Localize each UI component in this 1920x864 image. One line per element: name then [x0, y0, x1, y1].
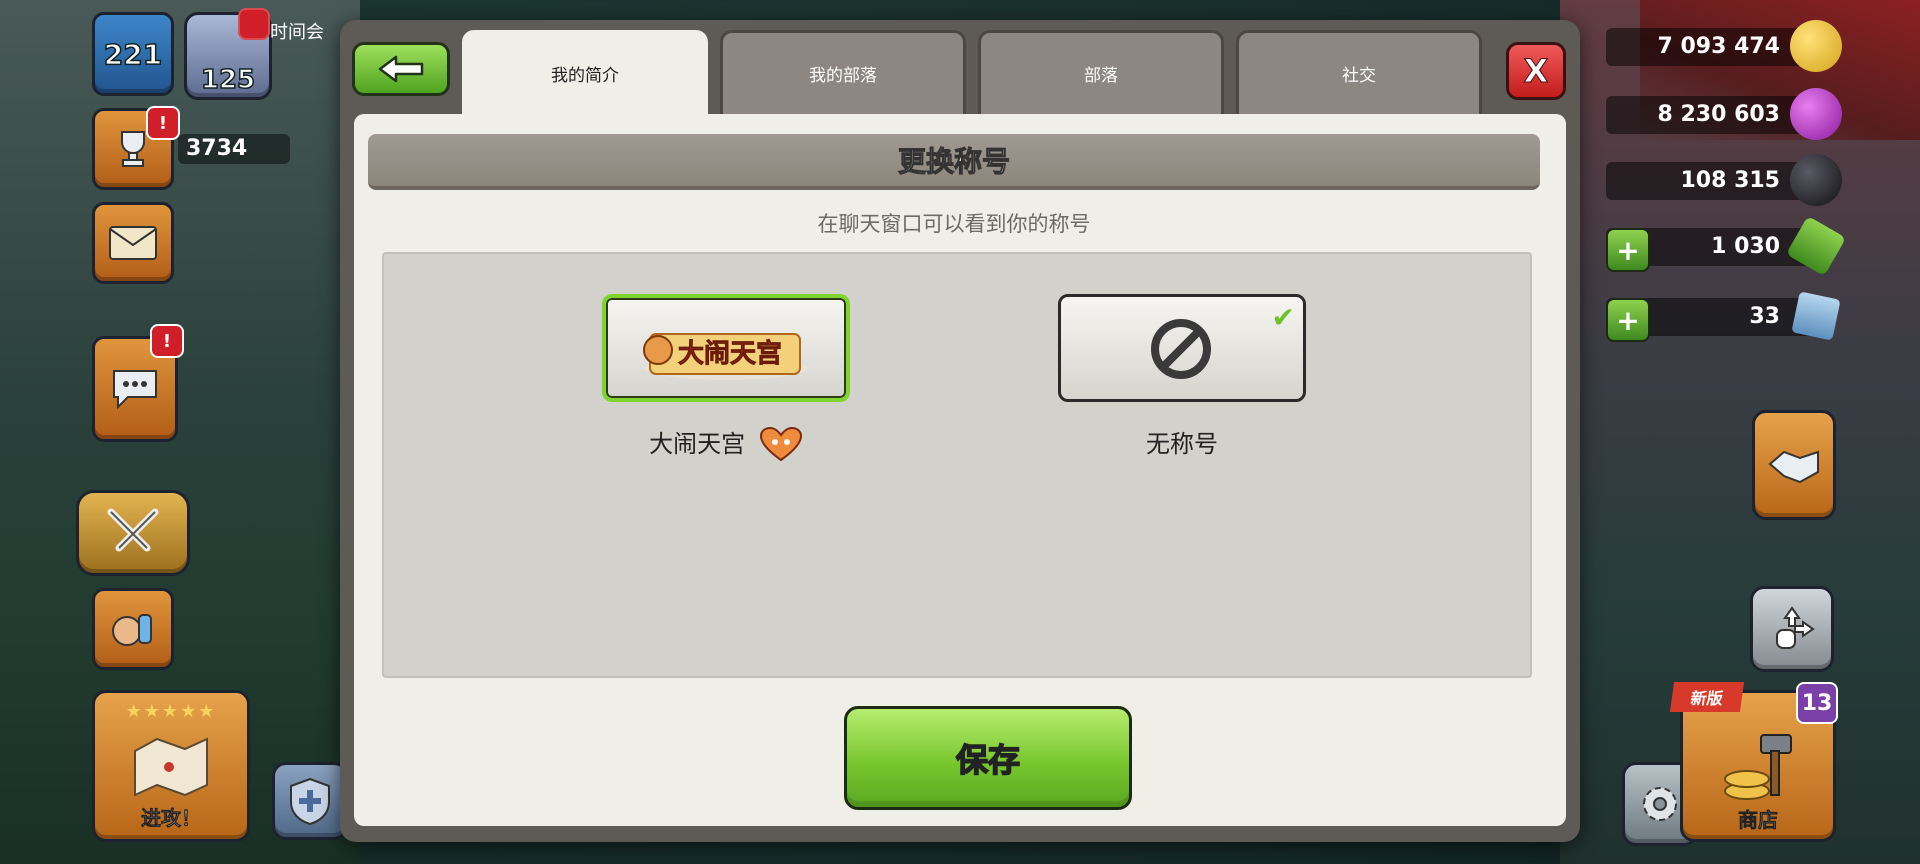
checkmark-icon: ✔	[1271, 301, 1295, 334]
tab-my-clan[interactable]: 我的部落	[720, 30, 966, 114]
attack-stars: ★★★★★	[125, 701, 217, 722]
heart-icon	[759, 426, 802, 462]
tab-my-profile[interactable]: 我的简介	[462, 30, 708, 114]
title-option-danaotiangong[interactable]: 大闹天宫	[602, 294, 850, 402]
elixir-amount: 8 230 603	[1606, 96, 1820, 134]
mail-button[interactable]	[92, 202, 174, 284]
move-hand-icon	[1776, 606, 1815, 649]
mail-icon	[109, 226, 157, 260]
attack-label: 进攻！	[141, 806, 202, 831]
experience-level-value: 221	[103, 37, 163, 72]
title-selection-panel: 大闹天宫 大闹天宫 ✔ 无称号	[382, 252, 1532, 678]
title-option-none-label: 无称号	[1146, 430, 1218, 458]
save-button[interactable]: 保存	[844, 706, 1132, 810]
move-buildings-button[interactable]	[1750, 586, 1834, 672]
experience-level-badge[interactable]: 221	[92, 12, 174, 96]
profile-modal: 我的简介 我的部落 部落 社交 X 更换称号 在聊天窗口可以看到你的称号 大闹天…	[340, 20, 1580, 842]
dark-elixir-amount: 108 315	[1606, 162, 1820, 200]
gear-icon	[1643, 787, 1677, 821]
tab-clans[interactable]: 部落	[978, 30, 1224, 114]
friendly-challenge-button[interactable]	[1752, 410, 1836, 520]
shield-button[interactable]	[272, 762, 348, 840]
tab-social[interactable]: 社交	[1236, 30, 1482, 114]
barbarian-potion-icon	[112, 614, 152, 646]
crossed-swords-icon	[107, 508, 159, 552]
handshake-icon	[1768, 450, 1819, 484]
shop-new-ribbon: 新版	[1669, 682, 1745, 712]
ticket-icon	[1791, 291, 1841, 341]
buy-gems-button[interactable]: +	[1606, 228, 1650, 272]
time-text: 时间会	[270, 22, 324, 43]
page-title: 更换称号	[368, 134, 1540, 190]
elixir-icon	[1790, 88, 1842, 140]
back-arrow-icon	[378, 55, 424, 83]
shop-count-badge: 13	[1796, 682, 1838, 724]
attack-button[interactable]: ★★★★★ 进攻！	[92, 690, 250, 842]
title-label-danaotiangong: 大闹天宫	[649, 430, 746, 458]
chat-notification-badge: !	[150, 324, 184, 358]
chat-bubble-icon	[113, 370, 157, 410]
dark-elixir-icon	[1790, 154, 1842, 206]
no-title-icon	[1151, 319, 1211, 379]
clan-war-button[interactable]	[76, 490, 190, 576]
close-button[interactable]: X	[1506, 42, 1566, 100]
page-subtitle: 在聊天窗口可以看到你的称号	[817, 212, 1091, 236]
shop-hammer-icon	[1724, 734, 1792, 800]
shield-icon	[290, 777, 330, 826]
title-option-label: 大闹天宫	[576, 424, 876, 464]
map-icon	[134, 737, 208, 797]
shop-label: 商店	[1738, 808, 1779, 833]
danaotiangong-banner-icon: 大闹天宫	[643, 333, 808, 380]
title-option-none[interactable]: ✔	[1058, 294, 1306, 402]
builder-base-button[interactable]	[92, 588, 174, 670]
league-level-value: 125	[200, 64, 256, 96]
buy-tickets-button[interactable]: +	[1606, 298, 1650, 342]
gold-amount: 7 093 474	[1606, 28, 1820, 66]
trophy-count: 3734	[178, 134, 290, 164]
league-notification-dot	[238, 8, 270, 40]
back-button[interactable]	[352, 42, 450, 96]
trophy-notification-badge: !	[146, 106, 180, 140]
gold-icon	[1790, 20, 1842, 72]
banner-text: 大闹天宫	[678, 338, 782, 369]
